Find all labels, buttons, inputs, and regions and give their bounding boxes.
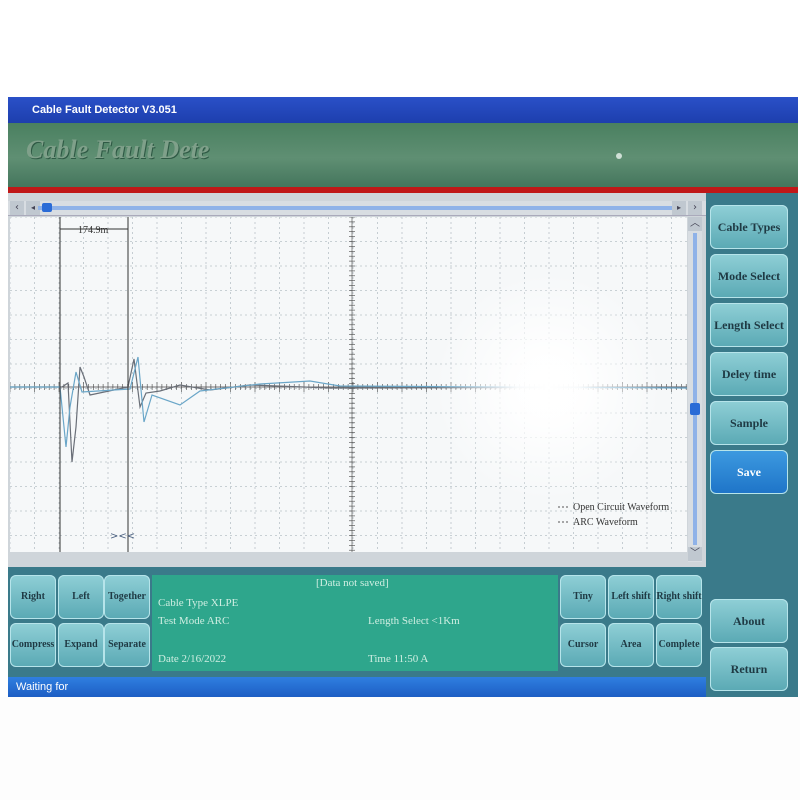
banner-title: Cable Fault Dete (26, 135, 210, 164)
separate-button[interactable]: Separate (104, 623, 150, 667)
horizontal-scroll-thumb[interactable] (42, 203, 52, 212)
waveform-plot[interactable]: 174.9m ↔ ><< Open Circuit Waveform ARC W… (10, 217, 687, 552)
horizontal-scrollbar[interactable]: ‹ ◂ ▸ › (8, 201, 706, 216)
cursor-lines: 174.9m ↔ ><< (59, 217, 135, 552)
bezel (0, 697, 800, 800)
cable-type-text: Cable Type XLPE (158, 597, 239, 609)
expand-button[interactable]: Expand (58, 623, 104, 667)
side-menu: Cable Types Mode Select Length Select De… (706, 193, 798, 697)
vertical-scroll-thumb[interactable] (690, 403, 700, 415)
length-select-button[interactable]: Length Select (710, 303, 788, 347)
chevron-right-icon[interactable]: › (688, 201, 702, 215)
cable-types-button[interactable]: Cable Types (710, 205, 788, 249)
cursor-bottom-marker: ><< (110, 531, 135, 542)
window-title: Cable Fault Detector V3.051 (8, 97, 798, 123)
banner: Cable Fault Dete (8, 123, 798, 193)
delay-time-button[interactable]: Deley time (710, 352, 788, 396)
vertical-scroll-track[interactable] (693, 233, 697, 545)
scroll-right-arrow-icon[interactable]: ▸ (672, 201, 686, 215)
legend: Open Circuit Waveform ARC Waveform (558, 502, 669, 528)
time-text: Time 11:50 A (368, 653, 429, 665)
test-mode-text: Test Mode ARC (158, 615, 230, 627)
save-button[interactable]: Save (710, 450, 788, 494)
return-button[interactable]: Return (710, 647, 788, 691)
area-button[interactable]: Area (608, 623, 654, 667)
mode-select-button[interactable]: Mode Select (710, 254, 788, 298)
chevron-up-icon[interactable]: ︿ (688, 217, 702, 231)
left-button[interactable]: Left (58, 575, 104, 619)
legend-open-circuit: Open Circuit Waveform (573, 502, 669, 513)
date-text: Date 2/16/2022 (158, 653, 227, 665)
complete-button[interactable]: Complete (656, 623, 702, 667)
cursor-button[interactable]: Cursor (560, 623, 606, 667)
about-button[interactable]: About (710, 599, 788, 643)
length-select-text: Length Select <1Km (368, 615, 460, 627)
chevron-down-icon[interactable]: ﹀ (688, 547, 702, 561)
right-button[interactable]: Right (10, 575, 56, 619)
chevron-left-icon[interactable]: ‹ (10, 201, 24, 215)
right-shift-button[interactable]: Right shift (656, 575, 702, 619)
compress-button[interactable]: Compress (10, 623, 56, 667)
banner-dot (616, 153, 622, 159)
legend-arc: ARC Waveform (573, 517, 638, 528)
status-bar: Waiting for (8, 677, 706, 697)
info-panel: [Data not saved] Cable Type XLPE Test Mo… (152, 575, 558, 671)
horizontal-scroll-track[interactable] (38, 206, 678, 210)
device-screen: Cable Fault Detector V3.051 Cable Fault … (8, 97, 798, 697)
tiny-button[interactable]: Tiny (560, 575, 606, 619)
left-shift-button[interactable]: Left shift (608, 575, 654, 619)
arc-waveform (10, 356, 687, 448)
sample-button[interactable]: Sample (710, 401, 788, 445)
open-circuit-waveform (10, 358, 687, 463)
together-button[interactable]: Together (104, 575, 150, 619)
vertical-scrollbar[interactable]: ︿ ﹀ (688, 217, 702, 562)
save-status: [Data not saved] (316, 577, 389, 589)
marker-distance-label: 174.9m (78, 225, 109, 236)
